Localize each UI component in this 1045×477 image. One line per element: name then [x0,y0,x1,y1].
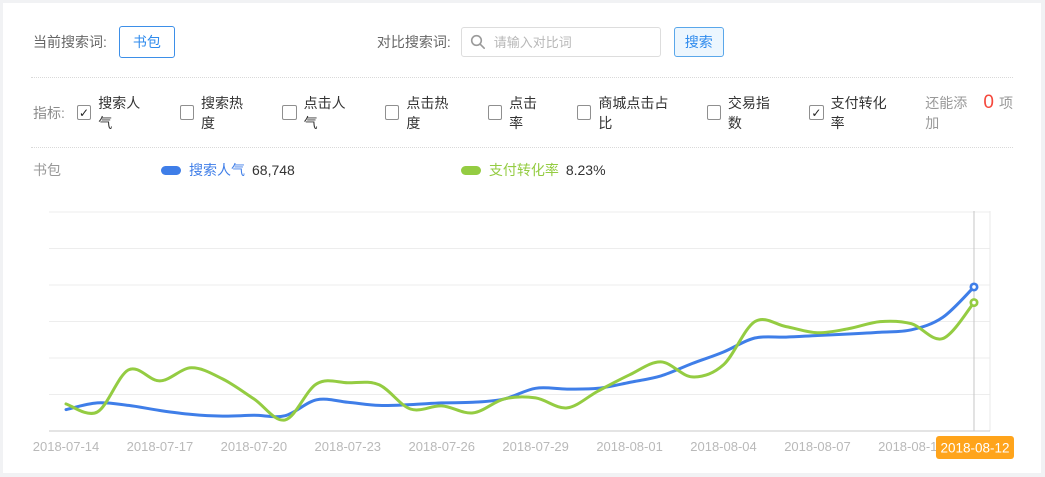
chart-svg: 2018-07-14 2018-07-17 2018-07-20 2018-07-23… [3,200,1041,473]
search-icon [470,34,486,50]
metric-option-3[interactable]: 点击热度 [385,93,460,133]
metric-option-4[interactable]: 点击率 [488,93,549,133]
metric-option-label: 点击热度 [406,93,459,133]
metric-option-label: 商城点击占比 [598,93,678,133]
legend-swatch [161,166,181,175]
checkbox-unchecked[interactable] [707,105,721,120]
metric-option-2[interactable]: 点击人气 [282,93,357,133]
metrics-label: 指标: [33,103,65,123]
remaining-suffix: 项 [999,93,1013,113]
legend-value: 8.23% [566,162,606,178]
metric-option-label: 交易指数 [728,93,781,133]
metric-option-5[interactable]: 商城点击占比 [577,93,679,133]
legend-value: 68,748 [252,162,295,178]
metrics-row: 指标: 搜索人气 搜索热度 点击人气 点击热度 点击率 商城点击占比 交易指数 支付转化率 还… [3,78,1041,147]
metric-option-label: 点击人气 [304,93,357,133]
x-tick-label: 2018-08-04 [690,439,757,454]
series-endpoint-dot-center [972,285,976,289]
remaining-count: 0 [983,92,994,114]
series-line-payment-conversion [66,303,974,421]
trend-chart[interactable]: 2018-07-14 2018-07-17 2018-07-20 2018-07-23… [3,200,1041,473]
checkbox-unchecked[interactable] [385,105,399,120]
highlighted-date-label: 2018-08-12 [940,441,1009,456]
metric-option-1[interactable]: 搜索热度 [180,93,255,133]
legend-swatch [461,166,481,175]
metric-option-label: 点击率 [509,93,549,133]
compare-term-label: 对比搜索词: [377,32,451,52]
remaining-prefix: 还能添加 [925,93,978,133]
legend-item-1[interactable]: 支付转化率 8.23% [461,160,606,180]
metric-option-6[interactable]: 交易指数 [707,93,782,133]
metric-option-label: 支付转化率 [831,93,898,133]
x-tick-label: 2018-07-20 [221,439,288,454]
x-tick-label: 2018-07-26 [408,439,475,454]
page-edge-bottom [0,473,1045,477]
checkbox-unchecked[interactable] [488,105,502,120]
search-button[interactable]: 搜索 [674,27,724,57]
metric-option-7[interactable]: 支付转化率 [809,93,897,133]
x-tick-label: 2018-08-07 [784,439,851,454]
metrics-options: 搜索人气 搜索热度 点击人气 点击热度 点击率 商城点击占比 交易指数 支付转化率 [77,93,925,133]
compare-term-input[interactable] [461,27,661,57]
legend-label: 搜索人气 [189,160,245,180]
current-term-button[interactable]: 书包 [119,26,175,58]
remaining-quota: 还能添加 0 项 [925,92,1013,133]
page-edge-right [1041,0,1045,477]
legend-row: 书包 搜索人气 68,748 支付转化率 8.23% [3,148,1041,180]
x-tick-label: 2018-08-10 [878,439,945,454]
metric-option-0[interactable]: 搜索人气 [77,93,152,133]
legend-item-0[interactable]: 搜索人气 68,748 [161,160,295,180]
x-tick-label: 2018-07-17 [127,439,194,454]
checkbox-checked[interactable] [809,105,823,120]
checkbox-unchecked[interactable] [577,105,591,120]
current-term-label: 当前搜索词: [33,32,107,52]
x-tick-label: 2018-07-14 [33,439,100,454]
x-tick-label: 2018-07-29 [502,439,569,454]
checkbox-unchecked[interactable] [282,105,296,120]
metric-option-label: 搜索人气 [98,93,151,133]
trend-analysis-panel: 当前搜索词: 书包 对比搜索词: 搜索 指标: 搜索人气 搜索热度 点击人气 点击热度… [3,3,1041,473]
x-tick-label: 2018-07-23 [315,439,382,454]
checkbox-unchecked[interactable] [180,105,194,120]
legend-keyword: 书包 [33,160,61,180]
legend-label: 支付转化率 [489,160,559,180]
checkbox-checked[interactable] [77,105,91,120]
x-tick-label: 2018-08-01 [596,439,663,454]
series-endpoint-dot-center [972,301,976,305]
legend-items: 搜索人气 68,748 支付转化率 8.23% [61,160,606,180]
metric-option-label: 搜索热度 [201,93,254,133]
search-term-row: 当前搜索词: 书包 对比搜索词: 搜索 [3,3,1041,77]
